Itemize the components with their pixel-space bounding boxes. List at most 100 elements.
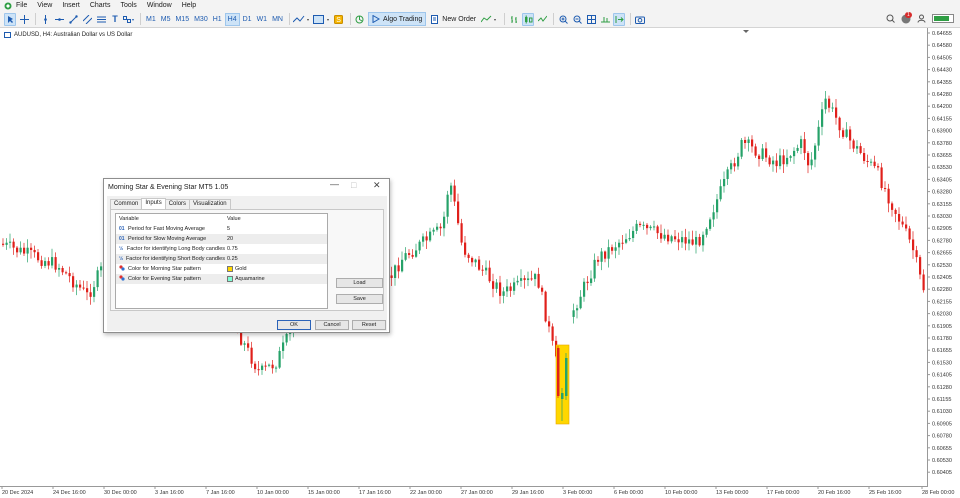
new-order-button[interactable]: New Order [428, 12, 479, 26]
auto-scroll-icon[interactable] [599, 13, 611, 26]
time-tick-label: 30 Dec 00:00 [104, 490, 137, 496]
gold-color-swatch[interactable] [227, 266, 233, 272]
timeframe-m1[interactable]: M1 [144, 13, 158, 26]
candle-body [397, 265, 400, 272]
tile-windows-icon[interactable] [585, 13, 597, 26]
candle-body [404, 253, 407, 260]
color-type-icon [119, 275, 126, 283]
crosshair-tool-icon[interactable] [18, 13, 30, 26]
toolbar-separator [288, 13, 290, 25]
bar-chart-icon[interactable] [508, 13, 520, 26]
timeframe-d1[interactable]: D1 [241, 13, 254, 26]
ok-button[interactable]: OK [277, 320, 311, 330]
reset-button[interactable]: Reset [352, 320, 386, 330]
timeframe-m15[interactable]: M15 [173, 13, 191, 26]
menu-tools[interactable]: Tools [120, 2, 136, 9]
input-row-evening-star-color[interactable]: Color for Evening Star pattern Aquamarin… [116, 274, 327, 284]
candle-body [712, 212, 715, 220]
aquamarine-color-swatch[interactable] [227, 276, 233, 282]
candle-body [82, 287, 85, 289]
tab-common[interactable]: Common [110, 199, 143, 209]
time-tick-label: 7 Jan 16:00 [206, 490, 235, 496]
text-tool-icon[interactable]: T [109, 13, 121, 26]
shapes-tool-icon[interactable] [123, 13, 135, 26]
price-tick-label: 0.64280 [932, 92, 952, 98]
account-icon[interactable] [917, 14, 926, 25]
tab-visualization[interactable]: Visualization [189, 199, 231, 209]
variable-value[interactable]: 0.25 [227, 256, 238, 262]
candle-body [520, 278, 523, 281]
candle-body [621, 242, 624, 244]
input-row-long-body-factor[interactable]: ½ Factor for identifying Long Body candle… [116, 244, 327, 254]
notifications-icon[interactable]: 1 [901, 12, 912, 24]
candle-body [695, 236, 698, 245]
save-button[interactable]: Save [336, 294, 383, 304]
chart-shift-marker-icon[interactable] [743, 30, 749, 33]
timeframe-h4[interactable]: H4 [224, 12, 240, 26]
chart-type-icon[interactable] [481, 13, 499, 26]
timeframe-w1[interactable]: W1 [255, 13, 270, 26]
timeframe-mn[interactable]: MN [270, 13, 285, 26]
variable-value[interactable]: Gold [235, 266, 247, 272]
time-tick-label: 20 Dec 2024 [2, 490, 33, 496]
templates-icon[interactable] [312, 13, 331, 26]
close-icon[interactable]: ✕ [373, 180, 381, 191]
menu-bar: File View Insert Charts Tools Window Hel… [0, 0, 960, 11]
price-tick-label: 0.63155 [932, 202, 952, 208]
candle-body [705, 228, 708, 235]
toolbar-separator [35, 13, 36, 25]
load-button[interactable]: Load [336, 278, 383, 288]
channel-tool-icon[interactable] [81, 13, 93, 26]
timeframe-m30[interactable]: M30 [192, 13, 210, 26]
cursor-tool-icon[interactable] [4, 12, 16, 26]
vertical-line-tool-icon[interactable] [39, 13, 51, 26]
strategy-tester-icon[interactable] [354, 13, 366, 26]
time-tick-label: 25 Feb 16:00 [869, 490, 901, 496]
menu-view[interactable]: View [37, 2, 52, 9]
candle-body [9, 241, 12, 243]
variable-value[interactable]: 0.75 [227, 246, 238, 252]
minimize-icon[interactable]: — [330, 179, 339, 189]
zoom-in-icon[interactable] [557, 13, 569, 26]
screenshot-icon[interactable] [634, 13, 646, 26]
cancel-button[interactable]: Cancel [315, 320, 349, 330]
horizontal-line-tool-icon[interactable] [53, 13, 65, 26]
variable-value[interactable]: 5 [227, 226, 230, 232]
candle-body [565, 358, 568, 396]
algo-trading-button[interactable]: Algo Trading [367, 12, 427, 26]
menu-insert[interactable]: Insert [62, 2, 80, 9]
tab-inputs[interactable]: Inputs [141, 198, 166, 209]
timeframe-h1[interactable]: H1 [211, 13, 224, 26]
price-tick-label: 0.63900 [932, 129, 952, 135]
menu-charts[interactable]: Charts [90, 2, 111, 9]
candle-body [509, 286, 512, 291]
dialog-tabs: Common Inputs Colors Visualization [110, 198, 231, 209]
dialog-title-bar[interactable]: Morning Star & Evening Star MT5 1.05 [104, 179, 389, 196]
tab-colors[interactable]: Colors [164, 199, 191, 209]
indicators-icon[interactable] [292, 13, 311, 26]
input-row-short-body-factor[interactable]: ½ Factor for identifying Short Body candl… [116, 254, 327, 264]
menu-help[interactable]: Help [182, 2, 196, 9]
search-icon[interactable] [886, 14, 895, 25]
maximize-icon[interactable]: □ [351, 180, 356, 190]
line-chart-icon[interactable] [536, 13, 548, 26]
timeframe-m5[interactable]: M5 [159, 13, 173, 26]
zoom-out-icon[interactable] [571, 13, 583, 26]
variable-value[interactable]: Aquamarine [235, 276, 265, 282]
trendline-tool-icon[interactable] [67, 13, 79, 26]
candle-body [800, 139, 803, 148]
input-row-morning-star-color[interactable]: Color for Morning Star pattern Gold [116, 264, 327, 274]
input-row-slow-ma[interactable]: 01 Period for Slow Moving Average 20 [116, 234, 327, 244]
input-row-fast-ma[interactable]: 01 Period for Fast Moving Average 5 [116, 224, 327, 234]
fibonacci-tool-icon[interactable] [95, 13, 107, 26]
time-tick-label: 13 Feb 00:00 [716, 490, 748, 496]
menu-file[interactable]: File [16, 2, 27, 9]
candlestick-chart-icon[interactable] [522, 12, 535, 26]
chart-shift-icon[interactable] [613, 12, 626, 26]
integer-type-icon: 01 [119, 226, 125, 232]
variable-value[interactable]: 20 [227, 236, 233, 242]
candle-body [653, 226, 656, 228]
signals-icon[interactable]: S [333, 13, 345, 26]
time-tick-label: 29 Jan 16:00 [512, 490, 544, 496]
menu-window[interactable]: Window [147, 2, 172, 9]
